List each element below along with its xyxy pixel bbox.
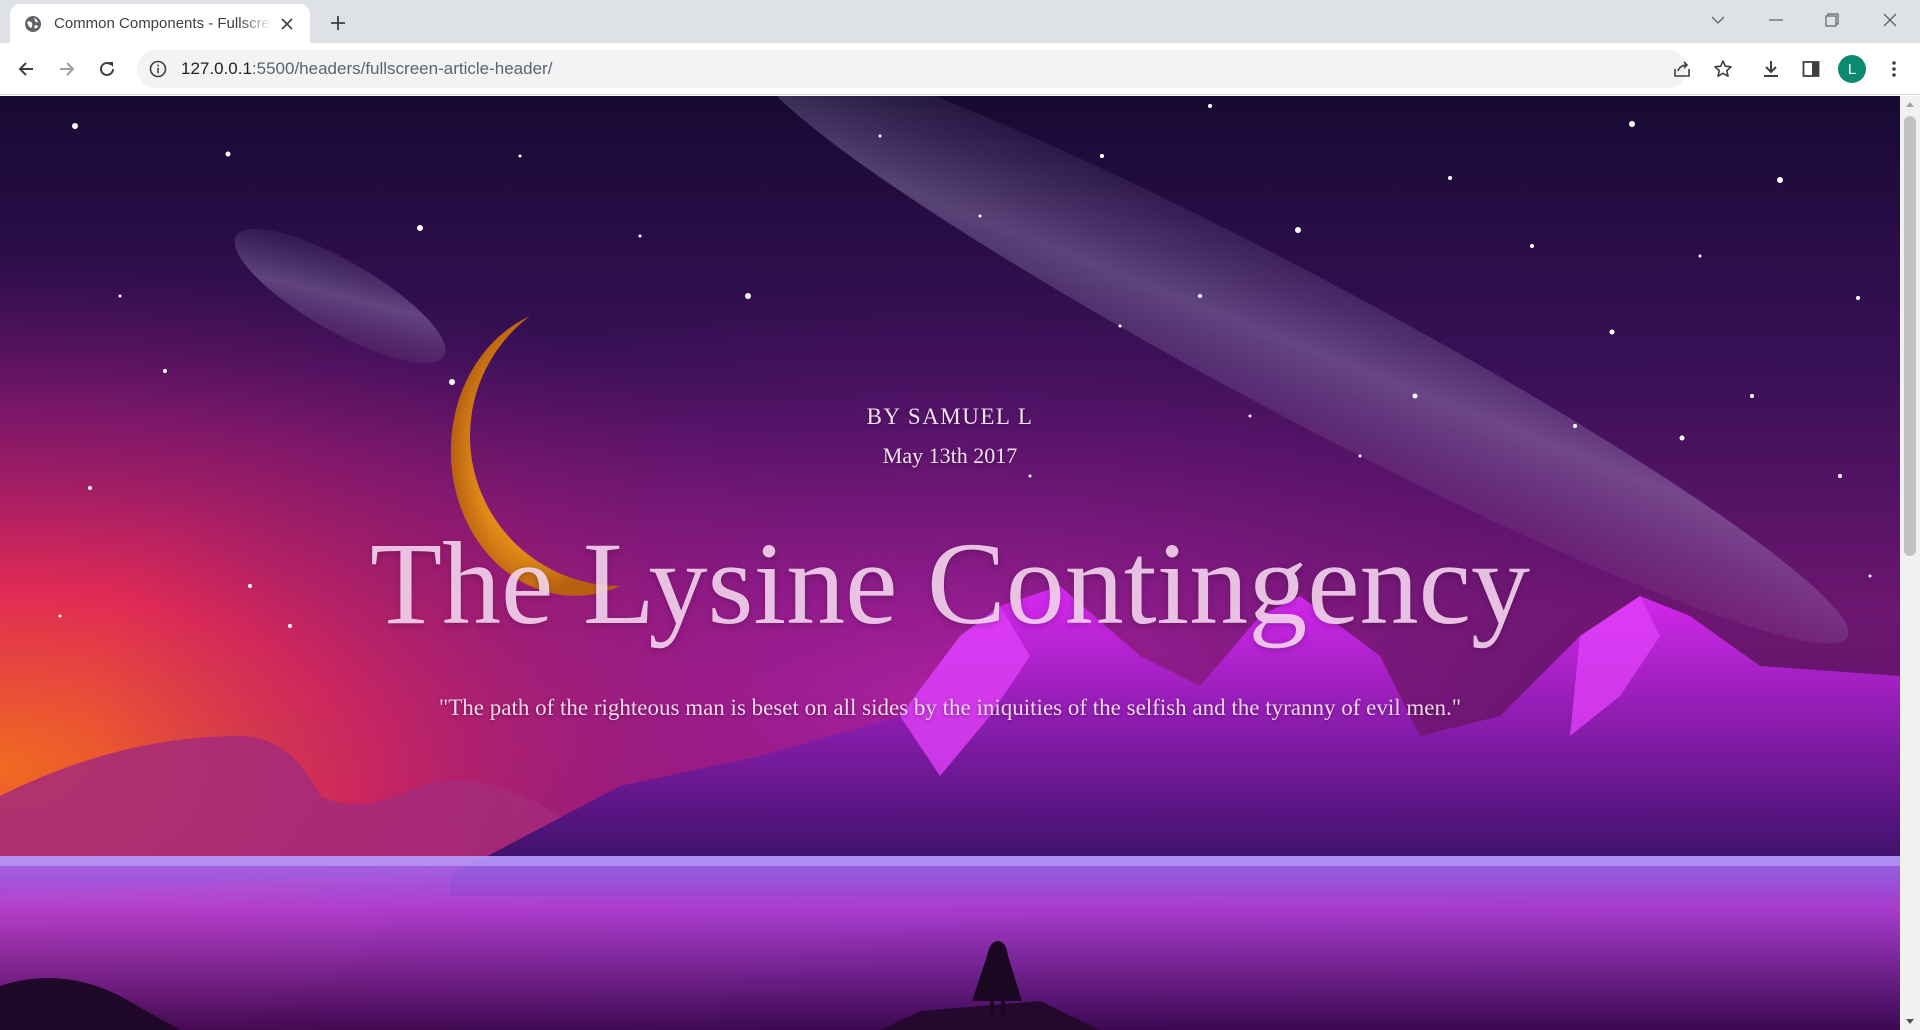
browser-tab[interactable]: Common Components - Fullscreen Article H…: [10, 4, 310, 43]
author-byline: BY SAMUEL L: [866, 404, 1034, 429]
fullscreen-article-header: BY SAMUEL L May 13th 2017 The Lysine Con…: [0, 96, 1900, 1030]
chevron-down-icon[interactable]: [1690, 0, 1746, 40]
profile-avatar[interactable]: L: [1838, 55, 1866, 83]
scroll-up-arrow-icon[interactable]: [1900, 96, 1920, 113]
back-arrow-icon[interactable]: [10, 53, 42, 85]
article-title: The Lysine Contingency: [369, 518, 1531, 649]
browser-toolbar: 127.0.0.1:5500/headers/fullscreen-articl…: [0, 43, 1920, 95]
forward-arrow-icon[interactable]: [51, 53, 83, 85]
reload-icon[interactable]: [91, 53, 123, 85]
close-icon[interactable]: [276, 13, 298, 35]
share-icon[interactable]: [1666, 53, 1698, 85]
tab-strip: Common Components - Fullscreen Article H…: [0, 0, 1920, 43]
scrollbar-thumb[interactable]: [1904, 116, 1916, 556]
tab-title: Common Components - Fullscreen Article H…: [54, 15, 272, 32]
side-panel-icon[interactable]: [1795, 53, 1827, 85]
restore-icon[interactable]: [1804, 0, 1860, 40]
plus-icon[interactable]: [324, 9, 352, 37]
scroll-down-arrow-icon[interactable]: [1900, 1013, 1920, 1030]
article-quote: "The path of the righteous man is beset …: [438, 695, 1462, 720]
info-icon[interactable]: [149, 60, 167, 78]
article-header-content: BY SAMUEL L May 13th 2017 The Lysine Con…: [0, 96, 1900, 1030]
minimize-icon[interactable]: [1748, 0, 1804, 40]
url-text[interactable]: 127.0.0.1:5500/headers/fullscreen-articl…: [181, 59, 552, 79]
publish-date: May 13th 2017: [882, 443, 1018, 468]
star-icon[interactable]: [1707, 53, 1739, 85]
page-scrollbar[interactable]: [1900, 96, 1920, 1030]
window-close-icon[interactable]: [1862, 0, 1918, 40]
globe-icon: [25, 15, 41, 32]
page-viewport: BY SAMUEL L May 13th 2017 The Lysine Con…: [0, 96, 1900, 1030]
address-bar[interactable]: 127.0.0.1:5500/headers/fullscreen-articl…: [137, 50, 1687, 88]
url-host: 127.0.0.1: [181, 59, 252, 78]
url-path: :5500/headers/fullscreen-article-header/: [251, 59, 553, 78]
download-icon[interactable]: [1755, 53, 1787, 85]
kebab-menu-icon[interactable]: [1878, 53, 1910, 85]
